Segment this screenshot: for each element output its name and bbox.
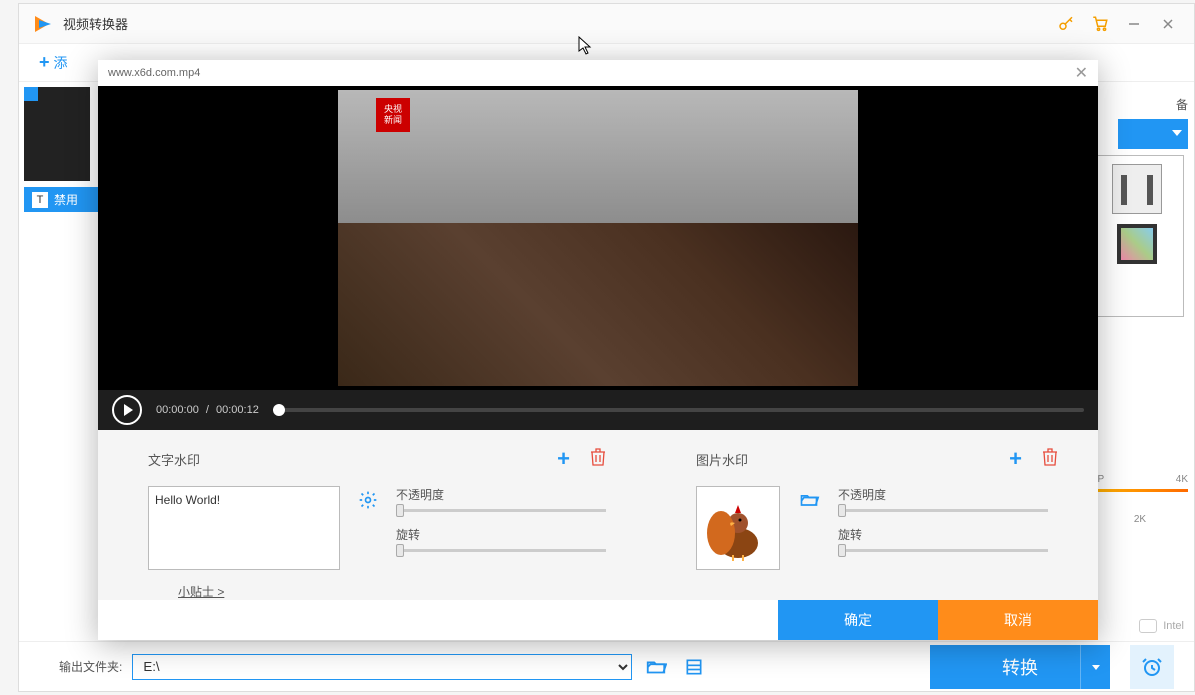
open-folder-button[interactable] <box>642 653 670 681</box>
text-rotate-slider[interactable] <box>396 549 606 552</box>
app-title: 视频转换器 <box>63 14 1046 33</box>
watermark-dialog: www.x6d.com.mp4 ✕ 央视 新闻 00:00:00 / 00:00… <box>98 60 1098 640</box>
text-settings-button[interactable] <box>358 490 378 515</box>
app-logo-icon <box>31 12 55 36</box>
video-preview: 央视 新闻 <box>98 86 1098 390</box>
add-image-watermark-button[interactable]: + <box>1009 446 1022 472</box>
key-icon[interactable] <box>1052 10 1080 38</box>
chevron-down-icon <box>1172 130 1182 136</box>
quality-slider[interactable]: 0P 4K 2K <box>1092 474 1188 525</box>
text-icon: T <box>32 192 48 208</box>
bottom-bar: 输出文件夹: E:\ 转换 <box>19 641 1194 691</box>
right-panel: 备 0P 4K 2K Intel <box>1084 82 1194 641</box>
image-opacity-label: 不透明度 <box>838 486 1058 503</box>
watermark-image-preview[interactable] <box>696 486 780 570</box>
output-folder-label: 输出文件夹: <box>59 658 122 675</box>
intel-badge: Intel <box>1139 619 1184 633</box>
tips-link[interactable]: 小贴士 > <box>178 583 224 600</box>
plus-icon: + <box>39 52 50 73</box>
time-display: 00:00:00 / 00:00:12 <box>156 404 259 416</box>
dialog-footer: 确定 取消 <box>98 600 1098 640</box>
file-thumbnail[interactable] <box>24 87 90 181</box>
watermark-panel: 文字水印 + Hello World! 不透明度 旋转 <box>98 430 1098 600</box>
text-opacity-slider[interactable] <box>396 509 606 512</box>
slider-handle[interactable] <box>396 504 404 517</box>
browse-image-button[interactable] <box>798 490 820 515</box>
convert-button[interactable]: 转换 <box>930 645 1110 689</box>
text-watermark-section: 文字水印 + Hello World! 不透明度 旋转 <box>98 430 646 600</box>
disable-tab[interactable]: T 禁用 <box>24 187 104 212</box>
format-dropdown[interactable] <box>1118 119 1188 149</box>
slider-handle[interactable] <box>396 544 404 557</box>
player-controls: 00:00:00 / 00:00:12 <box>98 390 1098 430</box>
device-label: 备 <box>1090 96 1188 113</box>
dialog-filename: www.x6d.com.mp4 <box>108 67 200 79</box>
play-button[interactable] <box>112 395 142 425</box>
slider-handle[interactable] <box>838 504 846 517</box>
convert-dropdown-icon[interactable] <box>1080 645 1110 689</box>
format-thumbnail-icon <box>1117 224 1157 264</box>
image-rotate-slider[interactable] <box>838 549 1048 552</box>
ok-button[interactable]: 确定 <box>778 600 938 640</box>
add-text-watermark-button[interactable]: + <box>557 446 570 472</box>
cart-icon[interactable] <box>1086 10 1114 38</box>
progress-bar[interactable] <box>273 408 1084 412</box>
watermark-text-input[interactable]: Hello World! <box>148 486 340 570</box>
image-watermark-title: 图片水印 <box>696 450 1009 469</box>
dialog-close-button[interactable]: ✕ <box>1075 63 1088 83</box>
video-frame[interactable]: 央视 新闻 <box>338 90 858 386</box>
minimize-button[interactable] <box>1120 10 1148 38</box>
close-button[interactable] <box>1154 10 1182 38</box>
dialog-header: www.x6d.com.mp4 ✕ <box>98 60 1098 86</box>
broadcast-badge: 央视 新闻 <box>376 98 410 132</box>
cancel-button[interactable]: 取消 <box>938 600 1098 640</box>
image-watermark-section: 图片水印 + 不透明度 旋转 <box>646 430 1098 600</box>
progress-handle[interactable] <box>273 404 285 416</box>
play-icon <box>124 404 133 416</box>
file-list-button[interactable] <box>680 653 708 681</box>
chip-icon <box>1139 619 1157 633</box>
schedule-button[interactable] <box>1130 645 1174 689</box>
image-rotate-label: 旋转 <box>838 526 1058 543</box>
add-file-button[interactable]: + 添 <box>39 52 68 73</box>
selection-indicator <box>24 87 38 101</box>
image-opacity-slider[interactable] <box>838 509 1048 512</box>
format-placeholder-icon <box>1112 164 1162 214</box>
format-preview <box>1090 155 1184 317</box>
text-opacity-label: 不透明度 <box>396 486 606 503</box>
delete-image-watermark-button[interactable] <box>1042 448 1058 471</box>
text-rotate-label: 旋转 <box>396 526 606 543</box>
delete-text-watermark-button[interactable] <box>590 448 606 471</box>
slider-handle[interactable] <box>838 544 846 557</box>
text-watermark-title: 文字水印 <box>148 450 557 469</box>
output-folder-select[interactable]: E:\ <box>132 654 632 680</box>
titlebar: 视频转换器 <box>19 4 1194 44</box>
